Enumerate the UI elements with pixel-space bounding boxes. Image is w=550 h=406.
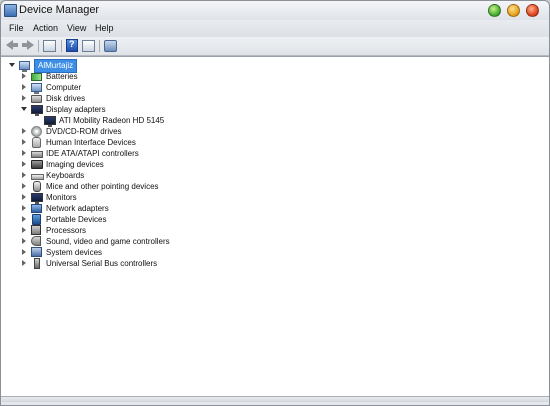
horizontal-scrollbar[interactable] xyxy=(2,397,548,402)
tree-item-processors[interactable]: Processors xyxy=(21,225,281,236)
tree-root[interactable]: AlMurtajiz xyxy=(9,59,209,73)
minimize-button[interactable] xyxy=(488,4,501,17)
ide-controller-icon xyxy=(31,151,43,158)
expand-arrow-icon[interactable] xyxy=(21,161,27,168)
expand-arrow-icon[interactable] xyxy=(21,238,27,245)
device-manager-window: Device Manager File Action View Help ? A… xyxy=(0,0,550,406)
network-adapter-icon xyxy=(31,204,42,213)
toolbar-separator xyxy=(99,40,100,52)
toolbar: ? xyxy=(1,37,549,56)
device-tree[interactable]: AlMurtajiz Batteries Computer Disk drive… xyxy=(1,56,549,397)
expand-arrow-icon[interactable] xyxy=(21,128,27,135)
tree-item-label: Sound, video and game controllers xyxy=(46,237,170,246)
tree-item-label: Keyboards xyxy=(46,171,85,180)
expand-arrow-icon[interactable] xyxy=(21,205,27,212)
toolbar-separator xyxy=(61,40,62,52)
battery-icon xyxy=(31,73,42,81)
view-icon[interactable] xyxy=(82,40,95,52)
tree-item-label: Mice and other pointing devices xyxy=(46,182,159,191)
menu-help[interactable]: Help xyxy=(95,23,114,33)
menu-view[interactable]: View xyxy=(67,23,86,33)
disk-drive-icon xyxy=(31,95,42,103)
tree-item-display-adapters[interactable]: Display adapters xyxy=(21,104,281,116)
window-title: Device Manager xyxy=(19,4,100,16)
tree-item-label: Batteries xyxy=(46,72,78,81)
expand-arrow-icon[interactable] xyxy=(21,95,27,102)
expand-arrow-icon[interactable] xyxy=(21,172,27,179)
tree-item-network-adapters[interactable]: Network adapters xyxy=(21,203,281,214)
expand-arrow-icon[interactable] xyxy=(21,227,27,234)
expand-arrow-icon[interactable] xyxy=(21,139,27,146)
menu-file[interactable]: File xyxy=(9,23,24,33)
tree-item-portable-devices[interactable]: Portable Devices xyxy=(21,214,281,225)
expand-arrow-icon[interactable] xyxy=(21,183,27,190)
tree-item-disk-drives[interactable]: Disk drives xyxy=(21,93,281,104)
expand-arrow-icon[interactable] xyxy=(21,194,27,201)
tree-item-label: IDE ATA/ATAPI controllers xyxy=(46,149,139,158)
expand-arrow-icon[interactable] xyxy=(21,84,27,91)
monitor-icon xyxy=(31,193,43,204)
tree-item-dvd-cd-rom[interactable]: DVD/CD-ROM drives xyxy=(21,126,281,137)
processor-icon xyxy=(31,225,41,235)
dvd-icon xyxy=(31,126,42,137)
expand-arrow-icon[interactable] xyxy=(21,73,27,80)
tree-item-label: Portable Devices xyxy=(46,215,107,224)
tree-item-label: Imaging devices xyxy=(46,160,104,169)
maximize-button[interactable] xyxy=(507,4,520,17)
toolbar-separator xyxy=(38,40,39,52)
expand-arrow-icon[interactable] xyxy=(21,150,27,157)
help-icon[interactable]: ? xyxy=(66,39,78,52)
imaging-device-icon xyxy=(31,160,43,169)
tree-item-batteries[interactable]: Batteries xyxy=(21,71,281,82)
tree-item-computer[interactable]: Computer xyxy=(21,82,281,94)
properties-icon[interactable] xyxy=(43,40,56,52)
tree-item-ati-mobility-radeon[interactable]: ATI Mobility Radeon HD 5145 xyxy=(34,115,294,127)
tree-item-system-devices[interactable]: System devices xyxy=(21,247,281,258)
back-arrow-icon[interactable] xyxy=(5,39,19,52)
display-adapter-icon xyxy=(31,105,43,116)
tree-item-human-interface-devices[interactable]: Human Interface Devices xyxy=(21,137,281,148)
tree-item-label: DVD/CD-ROM drives xyxy=(46,127,122,136)
sound-icon xyxy=(31,236,41,246)
display-adapter-icon xyxy=(44,116,56,127)
tree-item-label: Computer xyxy=(46,83,82,92)
status-bar xyxy=(1,396,549,405)
system-device-icon xyxy=(31,247,42,257)
expand-arrow-icon[interactable] xyxy=(21,260,27,267)
collapse-arrow-icon[interactable] xyxy=(21,106,27,113)
tree-item-label: ATI Mobility Radeon HD 5145 xyxy=(59,116,165,125)
tree-item-label: System devices xyxy=(46,248,103,257)
scan-hardware-icon[interactable] xyxy=(104,40,117,52)
menu-action[interactable]: Action xyxy=(33,23,58,33)
computer-icon xyxy=(19,61,30,72)
tree-item-label: Processors xyxy=(46,226,87,235)
tree-item-label: Universal Serial Bus controllers xyxy=(46,259,158,268)
menu-bar: File Action View Help xyxy=(1,20,549,37)
tree-item-label: Network adapters xyxy=(46,204,109,213)
hid-icon xyxy=(32,137,41,148)
collapse-arrow-icon[interactable] xyxy=(9,62,15,69)
tree-item-label: Human Interface Devices xyxy=(46,138,136,147)
device-manager-icon xyxy=(4,4,17,17)
tree-item-label: Monitors xyxy=(46,193,77,202)
computer-icon xyxy=(31,83,42,94)
tree-item-mice[interactable]: Mice and other pointing devices xyxy=(21,181,281,192)
tree-item-ide-ata-atapi[interactable]: IDE ATA/ATAPI controllers xyxy=(21,148,281,159)
close-button[interactable] xyxy=(526,4,539,17)
tree-item-imaging-devices[interactable]: Imaging devices xyxy=(21,159,281,170)
tree-item-label: Display adapters xyxy=(46,105,106,114)
expand-arrow-icon[interactable] xyxy=(21,249,27,256)
portable-device-icon xyxy=(32,214,41,225)
tree-item-keyboards[interactable]: Keyboards xyxy=(21,170,281,181)
keyboard-icon xyxy=(31,174,44,180)
tree-item-label: Disk drives xyxy=(46,94,86,103)
title-bar[interactable]: Device Manager xyxy=(1,1,549,20)
forward-arrow-icon[interactable] xyxy=(21,39,35,52)
tree-item-sound-video-game[interactable]: Sound, video and game controllers xyxy=(21,236,281,247)
tree-item-monitors[interactable]: Monitors xyxy=(21,192,281,204)
usb-icon xyxy=(34,258,40,269)
expand-arrow-icon[interactable] xyxy=(21,216,27,223)
tree-item-usb-controllers[interactable]: Universal Serial Bus controllers xyxy=(21,258,281,269)
mouse-icon xyxy=(33,181,41,192)
